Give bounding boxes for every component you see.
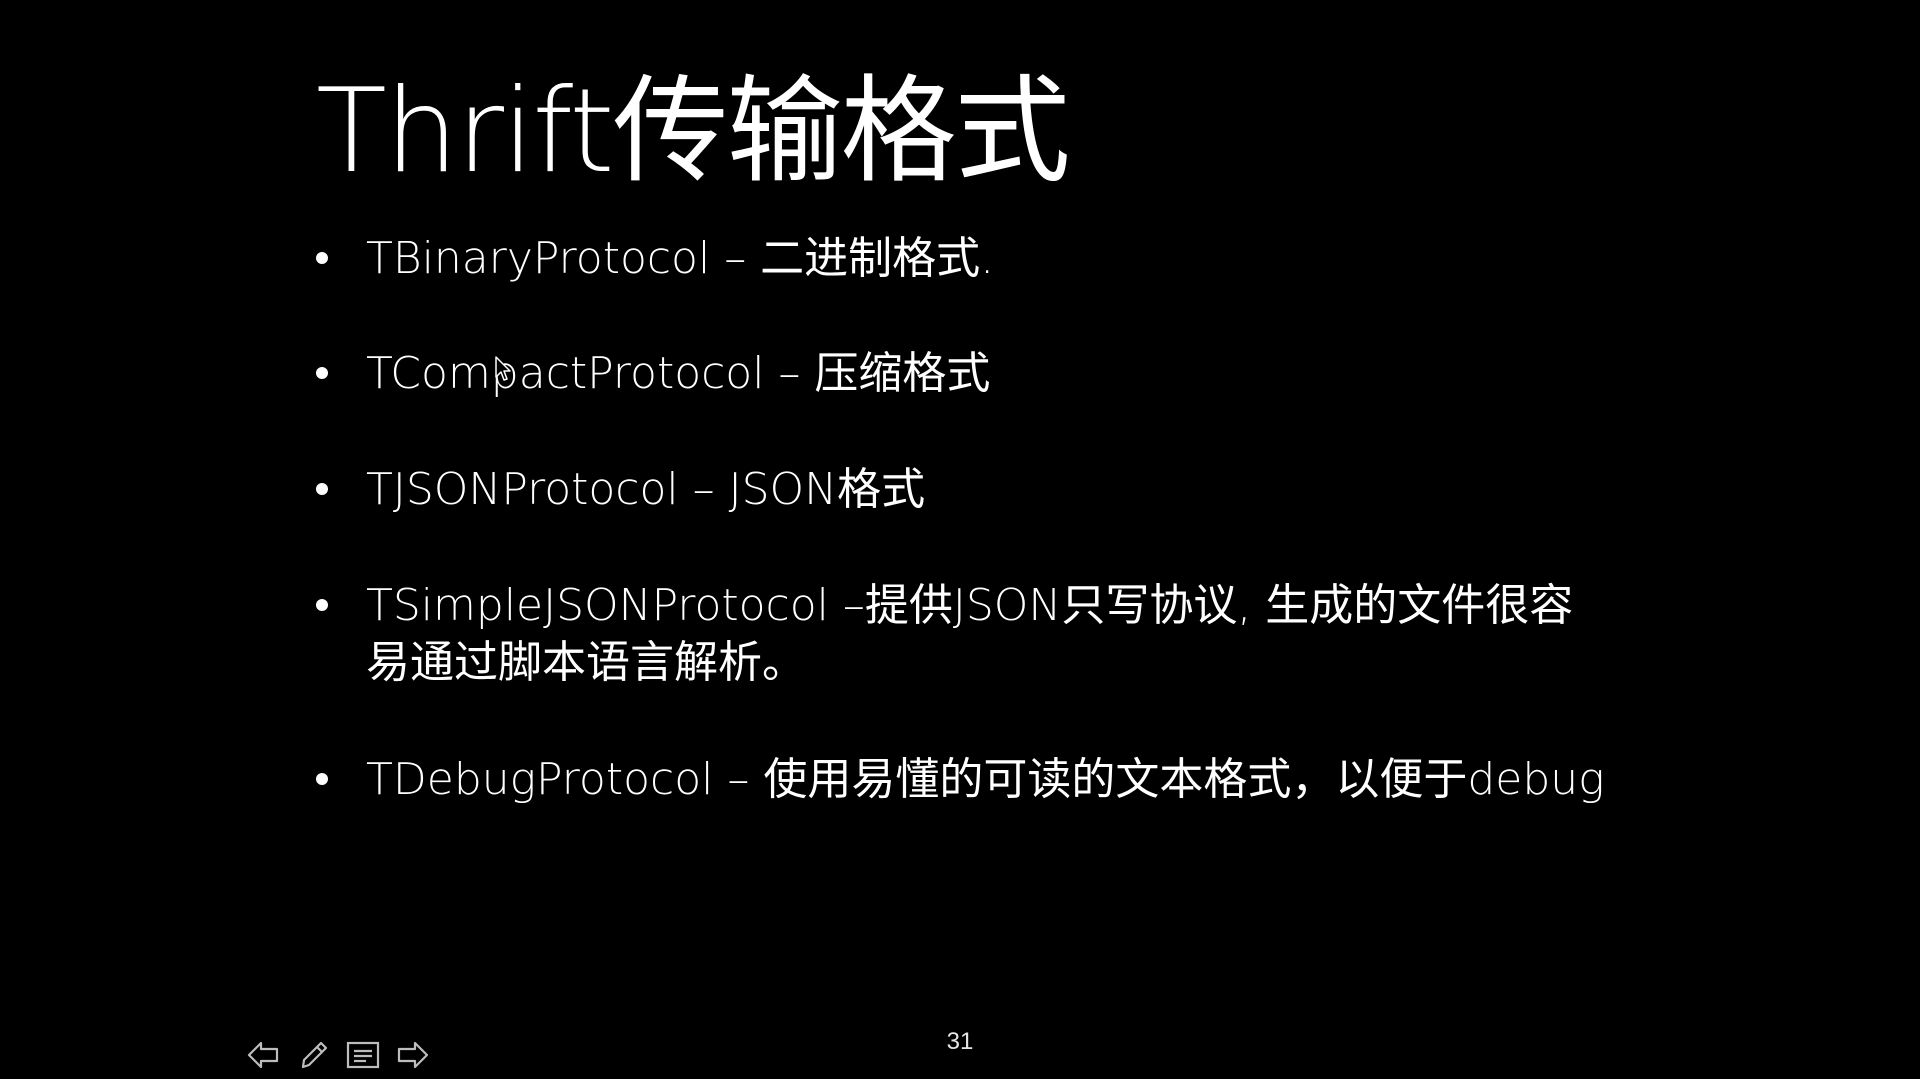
bullet-text: TDebugProtocol – 使用易懂的可读的文本格式，以便于debug (366, 754, 1605, 805)
bullet-text: TBinaryProtocol – 二进制格式. (366, 233, 995, 284)
previous-arrow-icon (247, 1041, 279, 1069)
slide: Thrift传输格式 TBinaryProtocol – 二进制格式. TCom… (0, 0, 1920, 1079)
presenter-toolbar (244, 1035, 432, 1075)
slide-title: Thrift传输格式 (316, 64, 1071, 199)
bullet-dot (316, 252, 328, 264)
slide-list-button[interactable] (344, 1036, 382, 1074)
next-arrow-icon (397, 1041, 429, 1069)
bullet-text: TJSONProtocol – JSON格式 (366, 464, 926, 515)
bullet-dot (316, 773, 328, 785)
bullet-dot (316, 367, 328, 379)
bullet-text: TCompactProtocol – 压缩格式 (366, 348, 991, 399)
bullet-text: TSimpleJSONProtocol –提供JSON只写协议, 生成的文件很容… (366, 580, 1574, 688)
page-number: 31 (946, 1028, 974, 1055)
pencil-icon (301, 1041, 328, 1069)
slide-list-icon (346, 1041, 380, 1069)
next-slide-button[interactable] (394, 1036, 432, 1074)
pen-tool-button[interactable] (294, 1036, 332, 1074)
bullet-dot (316, 599, 328, 611)
bullet-dot (316, 483, 328, 495)
previous-slide-button[interactable] (244, 1036, 282, 1074)
mouse-cursor-icon (495, 356, 511, 381)
